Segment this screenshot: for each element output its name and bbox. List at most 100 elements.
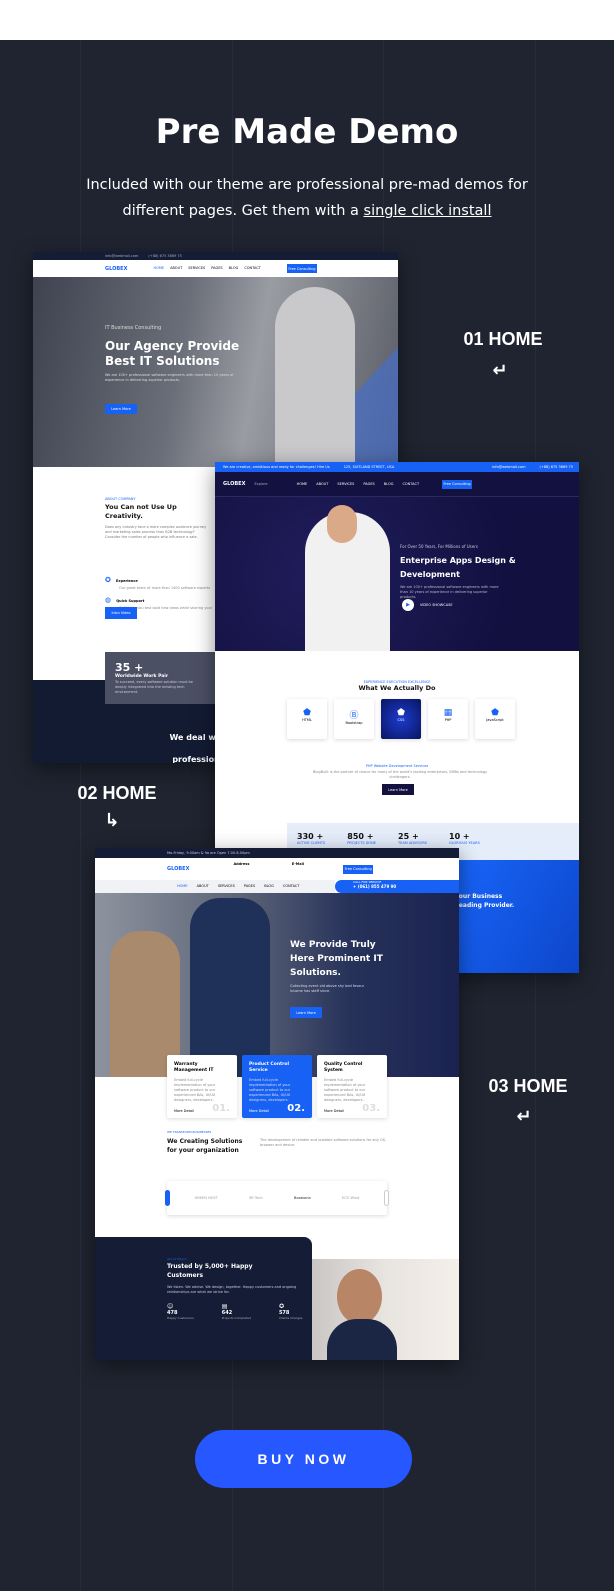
demo3-label[interactable]: 03 HOME [473, 1076, 583, 1097]
carousel-next-button[interactable] [384, 1190, 389, 1206]
demo2-nav: GLOBEX Explore HOME ABOUT SERVICES PAGES… [215, 472, 579, 497]
partner-logo: Boostoria [294, 1195, 311, 1200]
hero-button[interactable]: Learn More [290, 1007, 322, 1018]
trust-section: About Hitech Trusted by 5,000+ Happy Cus… [95, 1237, 312, 1360]
about-kicker: ABOUT COMPANY [105, 497, 136, 501]
nav-item[interactable]: CONTACT [402, 482, 419, 487]
services-title: What We Actually Do [358, 684, 436, 692]
partner-logo: GREEN HOST [194, 1195, 218, 1200]
bootstrap-icon: Ⓑ [349, 711, 359, 721]
call-box[interactable]: CALL FOR SERVICE + (061) 855 479 90 [335, 880, 459, 893]
feature-card[interactable]: Warranty Management IT Embed full-cycle i… [167, 1055, 237, 1118]
stat-value: 25 + [398, 832, 419, 841]
stat-label: GLORIOUS YEARS [449, 841, 480, 845]
nav-item[interactable]: SERVICES [337, 482, 354, 487]
nav-item[interactable]: CONTACT [244, 266, 261, 271]
trust-stats: ☺ 478 Happy Customers ▤ 642 Projects Complet… [167, 1303, 312, 1321]
feature-title: Quick Support [116, 599, 145, 603]
more-detail-link[interactable]: More Detail [324, 1109, 344, 1114]
return-arrow-icon: ↵ [492, 360, 508, 381]
card-number: 03. [362, 1103, 380, 1114]
services-list: ⬟ HTML Ⓑ Bootstrap ⬟ CSS ▦ PHP ⬟ JavaScript [287, 699, 515, 739]
cta-button[interactable]: Free Consulting [442, 479, 473, 489]
services-text: BlogBuilt is the partner of choice for m… [312, 770, 488, 779]
nav-item[interactable]: CONTACT [283, 884, 300, 889]
nav-item[interactable]: SERVICES [188, 266, 205, 271]
return-arrow-icon: ↳ [104, 810, 120, 831]
woman-photo [312, 1259, 459, 1360]
partners-carousel: GREEN HOST SR Tech Boostoria ECO Wind [165, 1181, 389, 1215]
service-html[interactable]: ⬟ HTML [287, 699, 327, 739]
stat-label: Clients Charges [278, 1316, 303, 1320]
service-label: PHP [444, 718, 452, 722]
stat-label: PROJECTS DONE [347, 841, 377, 845]
intro-video-button[interactable]: Intro Video [105, 607, 137, 619]
nav-item[interactable]: PAGES [244, 884, 255, 889]
video-showcase[interactable]: VIDEO SHOWCASE [420, 603, 453, 608]
explore-link[interactable]: Explore [254, 482, 267, 487]
html5-icon: ⬟ [303, 708, 311, 718]
service-bootstrap[interactable]: Ⓑ Bootstrap [334, 699, 374, 739]
stat-label: Happy Customers [167, 1316, 194, 1320]
cta-button[interactable]: Free Consulting [286, 264, 317, 273]
solutions-text: The development of reliable and scalable… [260, 1138, 387, 1147]
trust-stat: ▤ 642 Projects Completed [222, 1303, 251, 1321]
hero-title: Our Agency Provide Best IT Solutions [105, 339, 240, 368]
buy-now-button[interactable]: BUY NOW [195, 1430, 412, 1488]
hero-person-face [327, 505, 357, 543]
css3-icon: ⬟ [397, 708, 405, 718]
partner-logo: ECO Wind [341, 1195, 360, 1200]
email: info@webmail.com [105, 253, 139, 258]
feature-cards: Warranty Management IT Embed full-cycle i… [167, 1055, 387, 1118]
feature-card[interactable]: Quality Control System Embed full-cycle i… [317, 1055, 387, 1118]
nav-item[interactable]: HOME [153, 266, 164, 271]
nav-item[interactable]: HOME [177, 884, 188, 889]
service-css[interactable]: ⬟ CSS [381, 699, 421, 739]
more-detail-link[interactable]: More Detail [249, 1109, 269, 1114]
hero-kicker: IT Business Consulting [105, 325, 162, 331]
solutions-title: We Creating Solutions for your organizat… [167, 1138, 243, 1154]
service-javascript[interactable]: ⬟ JavaScript [475, 699, 515, 739]
nav-item[interactable]: PAGES [363, 482, 374, 487]
nav-item[interactable]: BLOG [264, 884, 274, 889]
single-click-install-link[interactable]: single click install [364, 203, 492, 219]
services-subtitle: PHP Website Development Services [365, 764, 429, 768]
address: 125, SUITLAND STREET, USA [343, 464, 395, 469]
globe-icon: ◍ [105, 596, 112, 604]
more-detail-link[interactable]: More Detail [174, 1109, 194, 1114]
demo2-label[interactable]: 02 HOME [62, 783, 172, 804]
demo1-hero: IT Business Consulting Our Agency Provid… [33, 277, 398, 467]
nav-item[interactable]: HOME [297, 482, 308, 487]
stat-value: 10 + [449, 832, 470, 841]
feature-card[interactable]: Product Control Service Embed full-cycle … [242, 1055, 312, 1118]
hero-button[interactable]: Learn More [105, 404, 137, 414]
nav-item[interactable]: ABOUT [170, 266, 182, 271]
carousel-prev-button[interactable] [165, 1190, 170, 1206]
demo3-preview[interactable]: Mo-Friday, 9.00am & 9a are Open 7.00-6.0… [95, 848, 459, 1360]
customers-icon: ☺ [167, 1303, 174, 1310]
learn-more-button[interactable]: Learn More [382, 784, 414, 795]
demo1-nav: GLOBEX HOME ABOUT SERVICES PAGES BLOG CO… [33, 260, 398, 277]
trust-text: We listen. We advise. We design, togethe… [167, 1285, 297, 1294]
cta-button[interactable]: Free Consulting [343, 864, 374, 874]
service-php[interactable]: ▦ PHP [428, 699, 468, 739]
demo2-topbar: We are creative, ambitious and ready for… [215, 462, 579, 472]
projects-icon: ▤ [221, 1303, 228, 1310]
email: info@webmail.com [492, 464, 526, 469]
hero-person-photo [190, 898, 270, 1077]
nav-item[interactable]: SERVICES [218, 884, 235, 889]
nav-item[interactable]: ABOUT [316, 482, 328, 487]
partner-logo: SR Tech [249, 1195, 263, 1200]
return-arrow-icon: ↵ [516, 1106, 532, 1127]
nav-item[interactable]: PAGES [211, 266, 222, 271]
hero-title: We Provide Truly Here Prominent IT Solut… [290, 940, 383, 978]
demo1-label[interactable]: 01 HOME [448, 329, 558, 350]
trust-stat: ✪ 578 Clients Charges [279, 1303, 303, 1321]
call-number: + (061) 855 479 90 [353, 884, 397, 889]
page-title: Pre Made Demo [155, 112, 459, 152]
woman-face [337, 1269, 382, 1324]
nav-item[interactable]: ABOUT [197, 884, 209, 889]
nav-item[interactable]: BLOG [384, 482, 394, 487]
play-icon[interactable]: ▶ [402, 599, 414, 611]
nav-item[interactable]: BLOG [229, 266, 239, 271]
